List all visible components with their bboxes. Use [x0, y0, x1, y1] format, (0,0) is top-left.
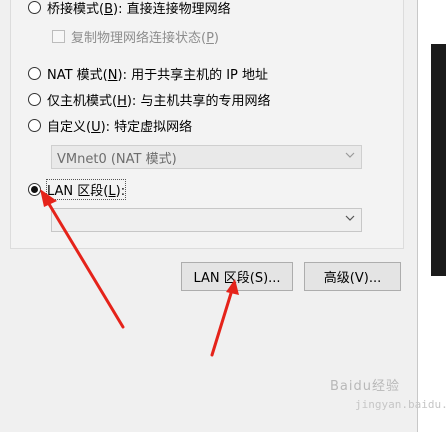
- watermark-url: jingyan.baidu.com: [355, 398, 446, 411]
- red-arrow: [210, 279, 239, 357]
- watermark: Baidu经验: [330, 379, 400, 394]
- red-arrow: [40, 189, 125, 329]
- annotation-arrows: [40, 189, 239, 357]
